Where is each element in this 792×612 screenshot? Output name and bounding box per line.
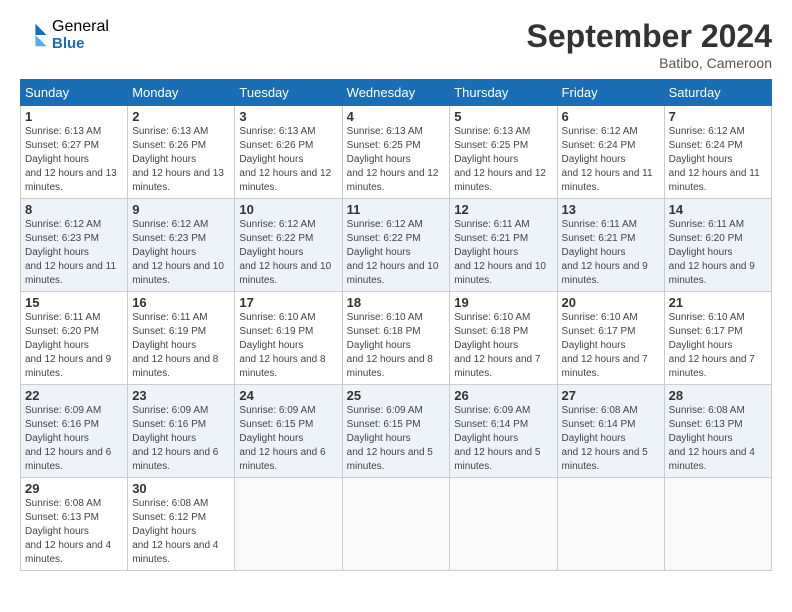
calendar-table: Sunday Monday Tuesday Wednesday Thursday… <box>20 79 772 571</box>
table-row: 17Sunrise: 6:10 AMSunset: 6:19 PMDayligh… <box>235 292 342 385</box>
table-row: 24Sunrise: 6:09 AMSunset: 6:15 PMDayligh… <box>235 385 342 478</box>
table-row: 19Sunrise: 6:10 AMSunset: 6:18 PMDayligh… <box>450 292 557 385</box>
table-row <box>235 478 342 571</box>
header-friday: Friday <box>557 80 664 106</box>
header-wednesday: Wednesday <box>342 80 450 106</box>
table-row: 7Sunrise: 6:12 AMSunset: 6:24 PMDaylight… <box>664 106 771 199</box>
logo-text: General Blue <box>52 18 109 52</box>
table-row: 12Sunrise: 6:11 AMSunset: 6:21 PMDayligh… <box>450 199 557 292</box>
page-header: General Blue September 2024 Batibo, Came… <box>20 18 772 71</box>
calendar-week-row: 22Sunrise: 6:09 AMSunset: 6:16 PMDayligh… <box>21 385 772 478</box>
header-tuesday: Tuesday <box>235 80 342 106</box>
table-row: 2Sunrise: 6:13 AMSunset: 6:26 PMDaylight… <box>128 106 235 199</box>
table-row: 10Sunrise: 6:12 AMSunset: 6:22 PMDayligh… <box>235 199 342 292</box>
table-row: 20Sunrise: 6:10 AMSunset: 6:17 PMDayligh… <box>557 292 664 385</box>
table-row <box>450 478 557 571</box>
logo-general: General <box>52 18 109 36</box>
table-row: 22Sunrise: 6:09 AMSunset: 6:16 PMDayligh… <box>21 385 128 478</box>
table-row: 3Sunrise: 6:13 AMSunset: 6:26 PMDaylight… <box>235 106 342 199</box>
header-thursday: Thursday <box>450 80 557 106</box>
table-row: 16Sunrise: 6:11 AMSunset: 6:19 PMDayligh… <box>128 292 235 385</box>
table-row: 1Sunrise: 6:13 AMSunset: 6:27 PMDaylight… <box>21 106 128 199</box>
logo-icon <box>20 21 48 49</box>
table-row: 25Sunrise: 6:09 AMSunset: 6:15 PMDayligh… <box>342 385 450 478</box>
logo: General Blue <box>20 18 109 52</box>
table-row: 13Sunrise: 6:11 AMSunset: 6:21 PMDayligh… <box>557 199 664 292</box>
table-row: 21Sunrise: 6:10 AMSunset: 6:17 PMDayligh… <box>664 292 771 385</box>
table-row: 27Sunrise: 6:08 AMSunset: 6:14 PMDayligh… <box>557 385 664 478</box>
month-title: September 2024 <box>527 18 772 55</box>
table-row: 18Sunrise: 6:10 AMSunset: 6:18 PMDayligh… <box>342 292 450 385</box>
table-row: 14Sunrise: 6:11 AMSunset: 6:20 PMDayligh… <box>664 199 771 292</box>
table-row: 26Sunrise: 6:09 AMSunset: 6:14 PMDayligh… <box>450 385 557 478</box>
table-row <box>557 478 664 571</box>
title-block: September 2024 Batibo, Cameroon <box>527 18 772 71</box>
table-row: 11Sunrise: 6:12 AMSunset: 6:22 PMDayligh… <box>342 199 450 292</box>
calendar-week-row: 1Sunrise: 6:13 AMSunset: 6:27 PMDaylight… <box>21 106 772 199</box>
header-monday: Monday <box>128 80 235 106</box>
table-row: 29Sunrise: 6:08 AMSunset: 6:13 PMDayligh… <box>21 478 128 571</box>
header-saturday: Saturday <box>664 80 771 106</box>
table-row <box>342 478 450 571</box>
table-row: 23Sunrise: 6:09 AMSunset: 6:16 PMDayligh… <box>128 385 235 478</box>
table-row: 9Sunrise: 6:12 AMSunset: 6:23 PMDaylight… <box>128 199 235 292</box>
header-sunday: Sunday <box>21 80 128 106</box>
table-row: 30Sunrise: 6:08 AMSunset: 6:12 PMDayligh… <box>128 478 235 571</box>
table-row: 8Sunrise: 6:12 AMSunset: 6:23 PMDaylight… <box>21 199 128 292</box>
location: Batibo, Cameroon <box>527 55 772 71</box>
calendar-week-row: 29Sunrise: 6:08 AMSunset: 6:13 PMDayligh… <box>21 478 772 571</box>
table-row <box>664 478 771 571</box>
table-row: 4Sunrise: 6:13 AMSunset: 6:25 PMDaylight… <box>342 106 450 199</box>
calendar-week-row: 15Sunrise: 6:11 AMSunset: 6:20 PMDayligh… <box>21 292 772 385</box>
table-row: 5Sunrise: 6:13 AMSunset: 6:25 PMDaylight… <box>450 106 557 199</box>
table-row: 15Sunrise: 6:11 AMSunset: 6:20 PMDayligh… <box>21 292 128 385</box>
table-row: 28Sunrise: 6:08 AMSunset: 6:13 PMDayligh… <box>664 385 771 478</box>
calendar-week-row: 8Sunrise: 6:12 AMSunset: 6:23 PMDaylight… <box>21 199 772 292</box>
table-row: 6Sunrise: 6:12 AMSunset: 6:24 PMDaylight… <box>557 106 664 199</box>
calendar-header-row: Sunday Monday Tuesday Wednesday Thursday… <box>21 80 772 106</box>
logo-blue: Blue <box>52 36 109 53</box>
